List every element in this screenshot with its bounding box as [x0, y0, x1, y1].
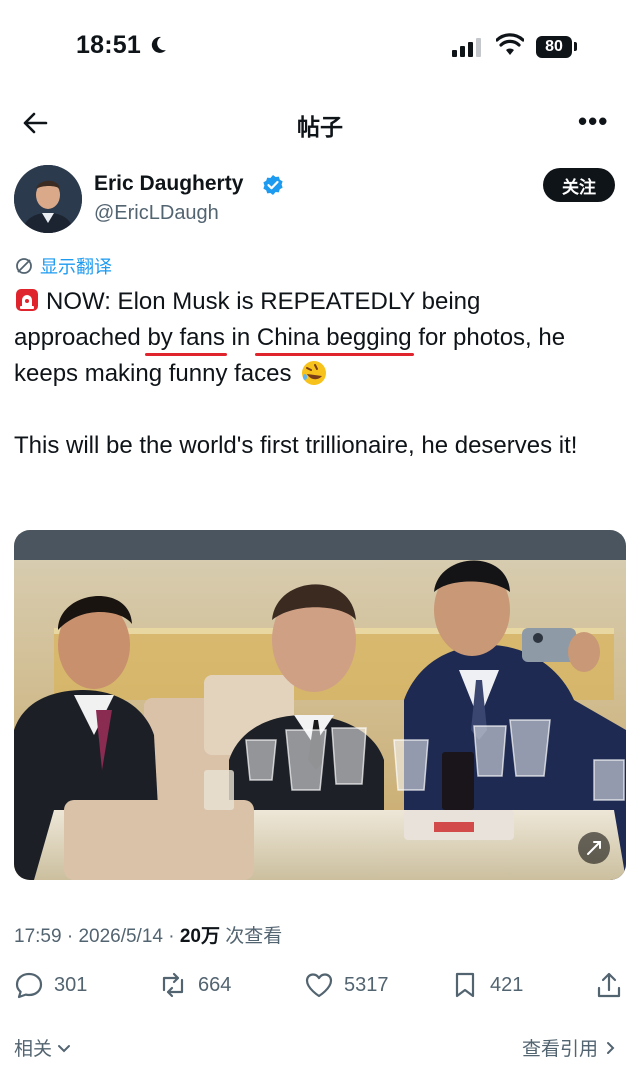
signal-icon — [452, 37, 481, 57]
translate-link[interactable]: 显示翻译 — [14, 253, 112, 279]
reply-button[interactable]: 301 — [14, 970, 87, 1000]
repost-count: 664 — [198, 973, 232, 996]
meta-separator: · — [168, 926, 175, 947]
tweet-date: 2026/5/14 — [78, 926, 163, 947]
moon-icon — [151, 36, 166, 53]
tweet-paragraph-2: This will be the world's first trilliona… — [14, 432, 578, 459]
repost-icon — [162, 972, 184, 998]
verified-icon — [263, 175, 283, 195]
related-label: 相关 — [14, 1039, 53, 1060]
like-count: 5317 — [344, 973, 389, 996]
reply-icon — [15, 972, 43, 999]
repost-button[interactable]: 664 — [158, 970, 231, 1000]
share-icon — [597, 972, 621, 998]
view-count: 20万 — [179, 926, 220, 947]
tweet-photo[interactable] — [14, 530, 626, 880]
alt-text-icon[interactable] — [578, 832, 610, 864]
tweet-line-2c: for photos, he — [411, 324, 566, 351]
tweet-text: NOW: Elon Musk is REPEATEDLY being appro… — [14, 284, 624, 464]
page-title: 帖子 — [297, 114, 343, 140]
related-dropdown[interactable]: 相关 — [14, 1034, 72, 1061]
highlight-by-fans: by fans — [145, 320, 228, 356]
wifi-icon — [496, 33, 524, 55]
tweet-line-2b: in — [224, 324, 257, 351]
more-icon[interactable]: ••• — [578, 108, 608, 134]
tweet-time: 17:59 — [14, 926, 62, 947]
translate-label: 显示翻译 — [40, 257, 112, 277]
status-time: 18:51 — [76, 31, 141, 59]
tweet-meta: 17:59 · 2026/5/14 · 20万 次查看 — [14, 921, 282, 948]
rofl-emoji — [302, 361, 327, 385]
highlight-china-begging: China begging — [254, 320, 414, 356]
tweet-line-3: keeps making funny faces — [14, 360, 292, 387]
view-quotes-link[interactable]: 查看引用 — [522, 1034, 618, 1061]
view-label: 次查看 — [225, 926, 283, 947]
chevron-right-icon — [607, 1041, 615, 1054]
like-button[interactable]: 5317 — [304, 970, 389, 1000]
reply-count: 301 — [54, 973, 88, 996]
follow-button[interactable]: 关注 — [543, 168, 615, 202]
share-button[interactable] — [594, 970, 624, 1000]
bookmark-button[interactable]: 421 — [450, 970, 523, 1000]
battery-tip — [574, 42, 577, 51]
battery-indicator: 80 — [536, 36, 572, 58]
tweet-line-1: NOW: Elon Musk is REPEATEDLY being — [46, 288, 481, 315]
view-quotes-label: 查看引用 — [522, 1039, 599, 1060]
bookmark-count: 421 — [490, 973, 524, 996]
translate-icon — [16, 258, 32, 274]
meta-separator: · — [66, 926, 74, 947]
like-icon — [305, 973, 333, 998]
author-name[interactable]: Eric Daugherty — [94, 172, 243, 196]
tweet-line-2a: approached — [14, 324, 148, 351]
author-handle[interactable]: @EricLDaugh — [94, 202, 219, 225]
avatar[interactable] — [14, 165, 82, 233]
chevron-down-icon — [58, 1044, 71, 1052]
bookmark-icon — [455, 972, 475, 998]
siren-emoji — [16, 289, 38, 311]
